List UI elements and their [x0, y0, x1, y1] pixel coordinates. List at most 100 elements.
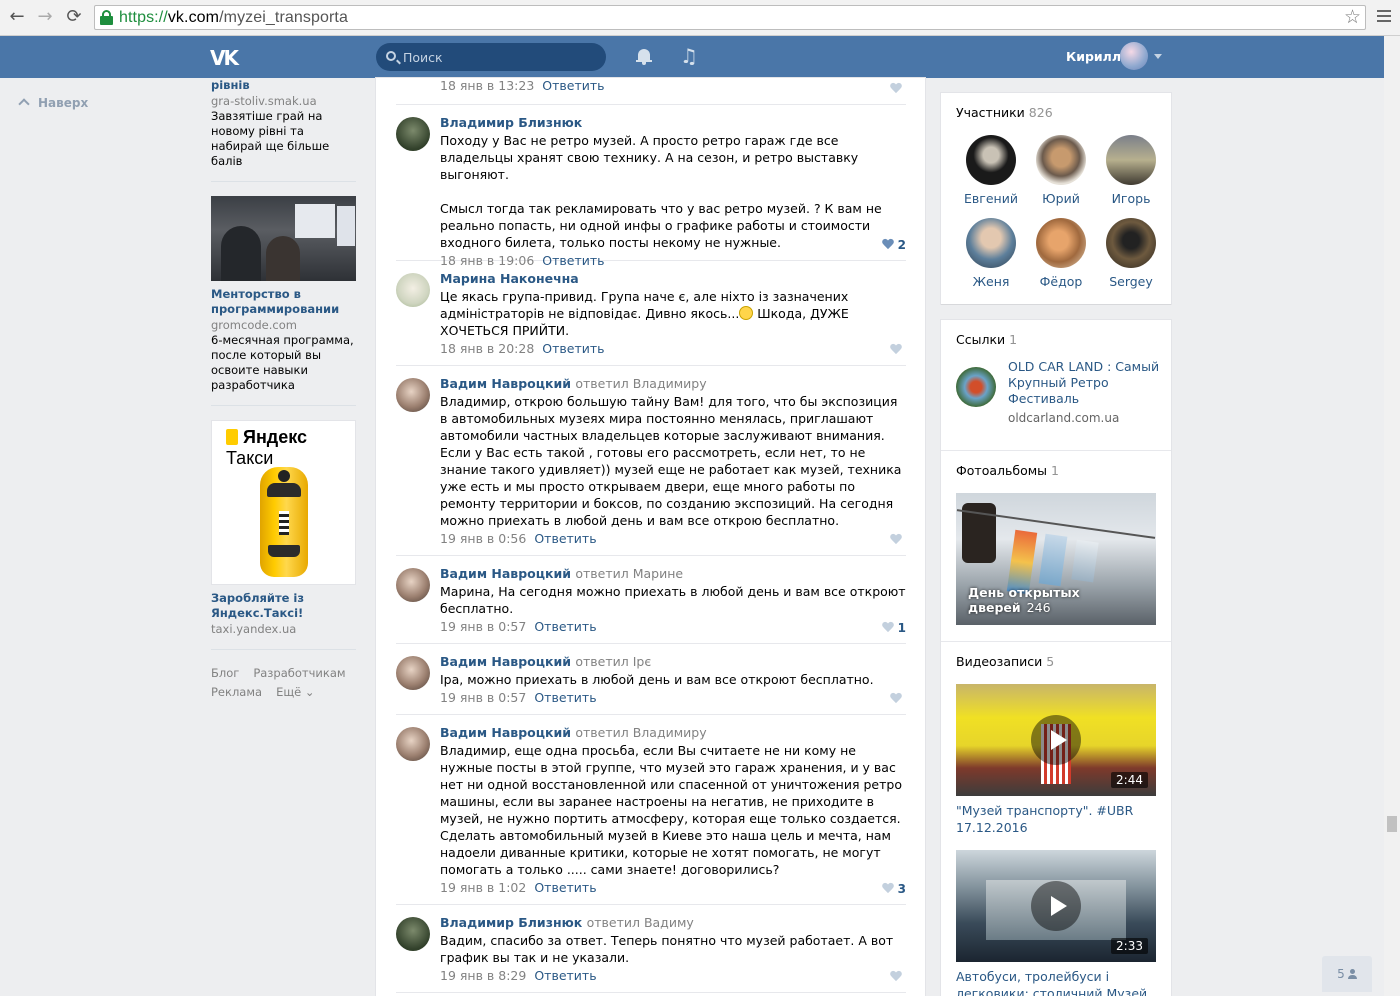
album-thumbnail[interactable]: День открытых дверей 246 — [956, 493, 1156, 625]
links-header[interactable]: Ссылки 1 — [956, 320, 1156, 349]
notifications-bell-icon[interactable] — [636, 48, 652, 66]
ad-title[interactable]: Заробляйте із Яндекс.Таксі! — [211, 591, 356, 621]
comment-author[interactable]: Владимир Близнюк — [440, 915, 582, 930]
comment-date[interactable]: 19 янв в 1:02 — [440, 880, 526, 895]
member-item[interactable]: Sergey — [1096, 218, 1166, 301]
like-button[interactable] — [890, 692, 906, 706]
footer-link-ads[interactable]: Реклама — [211, 685, 262, 699]
reply-link[interactable]: Ответить — [542, 341, 604, 356]
play-icon[interactable] — [1031, 715, 1081, 765]
member-name[interactable]: Игорь — [1096, 191, 1166, 207]
scrollbar-thumb[interactable] — [1387, 816, 1397, 832]
reply-link[interactable]: Ответить — [534, 531, 596, 546]
member-item[interactable]: Юрий — [1026, 135, 1096, 218]
videos-header[interactable]: Видеозаписи 5 — [956, 642, 1156, 671]
video-thumbnail[interactable]: 2:33 — [956, 850, 1156, 962]
like-button[interactable] — [890, 343, 906, 357]
comment-date[interactable]: 19 янв в 0:56 — [440, 531, 526, 546]
forward-icon[interactable]: → — [34, 6, 56, 28]
member-item[interactable]: Игорь — [1096, 135, 1166, 218]
reload-icon[interactable]: ⟳ — [63, 6, 85, 28]
video-title[interactable]: Автобуси, тролейбуси і легковики: столич… — [956, 968, 1156, 996]
member-item[interactable]: Фёдор — [1026, 218, 1096, 301]
ad-image[interactable] — [211, 196, 356, 281]
comment-date[interactable]: 19 янв в 0:57 — [440, 690, 526, 705]
comment-date[interactable]: 19 янв в 8:29 — [440, 968, 526, 983]
reply-link[interactable]: Ответить — [534, 690, 596, 705]
reply-to[interactable]: ответил Владимиру — [575, 725, 706, 740]
bookmark-star-icon[interactable]: ☆ — [1344, 6, 1361, 29]
footer-link-more[interactable]: Ещё ⌄ — [276, 685, 314, 699]
reply-link[interactable]: Ответить — [534, 619, 596, 634]
chat-online-button[interactable]: 5 — [1322, 956, 1372, 992]
like-button[interactable] — [890, 82, 906, 96]
avatar[interactable] — [396, 568, 430, 602]
comment-author[interactable]: Вадим Навроцкий — [440, 376, 571, 391]
member-item[interactable]: Евгений — [956, 135, 1026, 218]
like-button[interactable]: 3 — [882, 882, 906, 896]
comment-date[interactable]: 18 янв в 20:28 — [440, 341, 534, 356]
scroll-to-top-link[interactable]: Наверх — [18, 96, 88, 110]
reply-to[interactable]: ответил Ірє — [575, 654, 651, 669]
chevron-down-icon[interactable] — [1154, 54, 1162, 59]
member-item[interactable]: Женя — [956, 218, 1026, 301]
albums-header[interactable]: Фотоальбомы 1 — [956, 451, 1156, 480]
footer-link-developers[interactable]: Разработчикам — [253, 666, 345, 680]
member-name[interactable]: Фёдор — [1026, 274, 1096, 290]
comment-author[interactable]: Вадим Навроцкий — [440, 566, 571, 581]
url-text[interactable]: https://vk.com/myzei_transporta — [119, 9, 348, 27]
avatar[interactable] — [396, 656, 430, 690]
link-thumbnail[interactable] — [956, 367, 996, 407]
ad-title[interactable]: Менторство в программировании — [211, 287, 356, 317]
like-button[interactable] — [890, 970, 906, 984]
search-input[interactable] — [403, 48, 593, 66]
avatar[interactable] — [966, 135, 1016, 185]
reply-link[interactable]: Ответить — [534, 880, 596, 895]
members-header[interactable]: Участники 826 — [956, 93, 1156, 122]
video-title[interactable]: "Музей транспорту". #UBR 17.12.2016 — [956, 802, 1156, 836]
vk-logo[interactable]: VK — [210, 46, 239, 70]
reply-to[interactable]: ответил Марине — [575, 566, 683, 581]
avatar[interactable] — [1106, 135, 1156, 185]
avatar[interactable] — [1036, 218, 1086, 268]
member-name[interactable]: Женя — [956, 274, 1026, 290]
reply-to[interactable]: ответил Владимиру — [575, 376, 706, 391]
music-note-icon[interactable]: ♫ — [680, 44, 698, 68]
ad-block[interactable]: Яндекс Такси Заробляйте із Яндекс.Таксі!… — [211, 420, 356, 637]
link-title[interactable]: OLD CAR LAND : Самый Крупный Ретро Фести… — [1008, 359, 1168, 407]
reply-link[interactable]: Ответить — [542, 78, 604, 93]
page-scrollbar[interactable] — [1384, 36, 1400, 996]
avatar[interactable] — [396, 378, 430, 412]
avatar[interactable] — [396, 917, 430, 951]
avatar[interactable] — [396, 117, 430, 151]
avatar[interactable] — [1036, 135, 1086, 185]
search-box[interactable] — [376, 43, 606, 71]
link-item[interactable]: OLD CAR LAND : Самый Крупный Ретро Фести… — [956, 359, 1159, 437]
footer-link-blog[interactable]: Блог — [211, 666, 239, 680]
avatar[interactable] — [396, 727, 430, 761]
avatar[interactable] — [1106, 218, 1156, 268]
like-button[interactable] — [890, 533, 906, 547]
comment-author[interactable]: Владимир Близнюк — [440, 115, 906, 131]
avatar[interactable] — [966, 218, 1016, 268]
back-icon[interactable]: ← — [6, 6, 28, 28]
member-name[interactable]: Евгений — [956, 191, 1026, 207]
video-thumbnail[interactable]: 2:44 — [956, 684, 1156, 796]
address-bar[interactable]: https://vk.com/myzei_transporta ☆ — [94, 5, 1366, 30]
like-button[interactable]: 2 — [882, 238, 906, 252]
comment-author[interactable]: Марина Наконечна — [440, 271, 906, 287]
member-name[interactable]: Юрий — [1026, 191, 1096, 207]
comment-date[interactable]: 18 янв в 13:23 — [440, 78, 534, 93]
comment-author[interactable]: Вадим Навроцкий — [440, 725, 571, 740]
comment-author[interactable]: Вадим Навроцкий — [440, 654, 571, 669]
ad-block[interactable]: рівнів gra-stoliv.smak.ua Завзятіше грай… — [211, 78, 356, 169]
like-button[interactable]: 1 — [882, 621, 906, 635]
comment-date[interactable]: 19 янв в 0:57 — [440, 619, 526, 634]
member-name[interactable]: Sergey — [1096, 274, 1166, 290]
avatar[interactable] — [396, 273, 430, 307]
ad-block[interactable]: Менторство в программировании gromcode.c… — [211, 196, 356, 393]
user-avatar[interactable] — [1120, 42, 1148, 70]
browser-menu-icon[interactable] — [1376, 8, 1392, 26]
user-name[interactable]: Кирилл — [1066, 49, 1121, 64]
ad-title[interactable]: рівнів — [211, 78, 356, 93]
